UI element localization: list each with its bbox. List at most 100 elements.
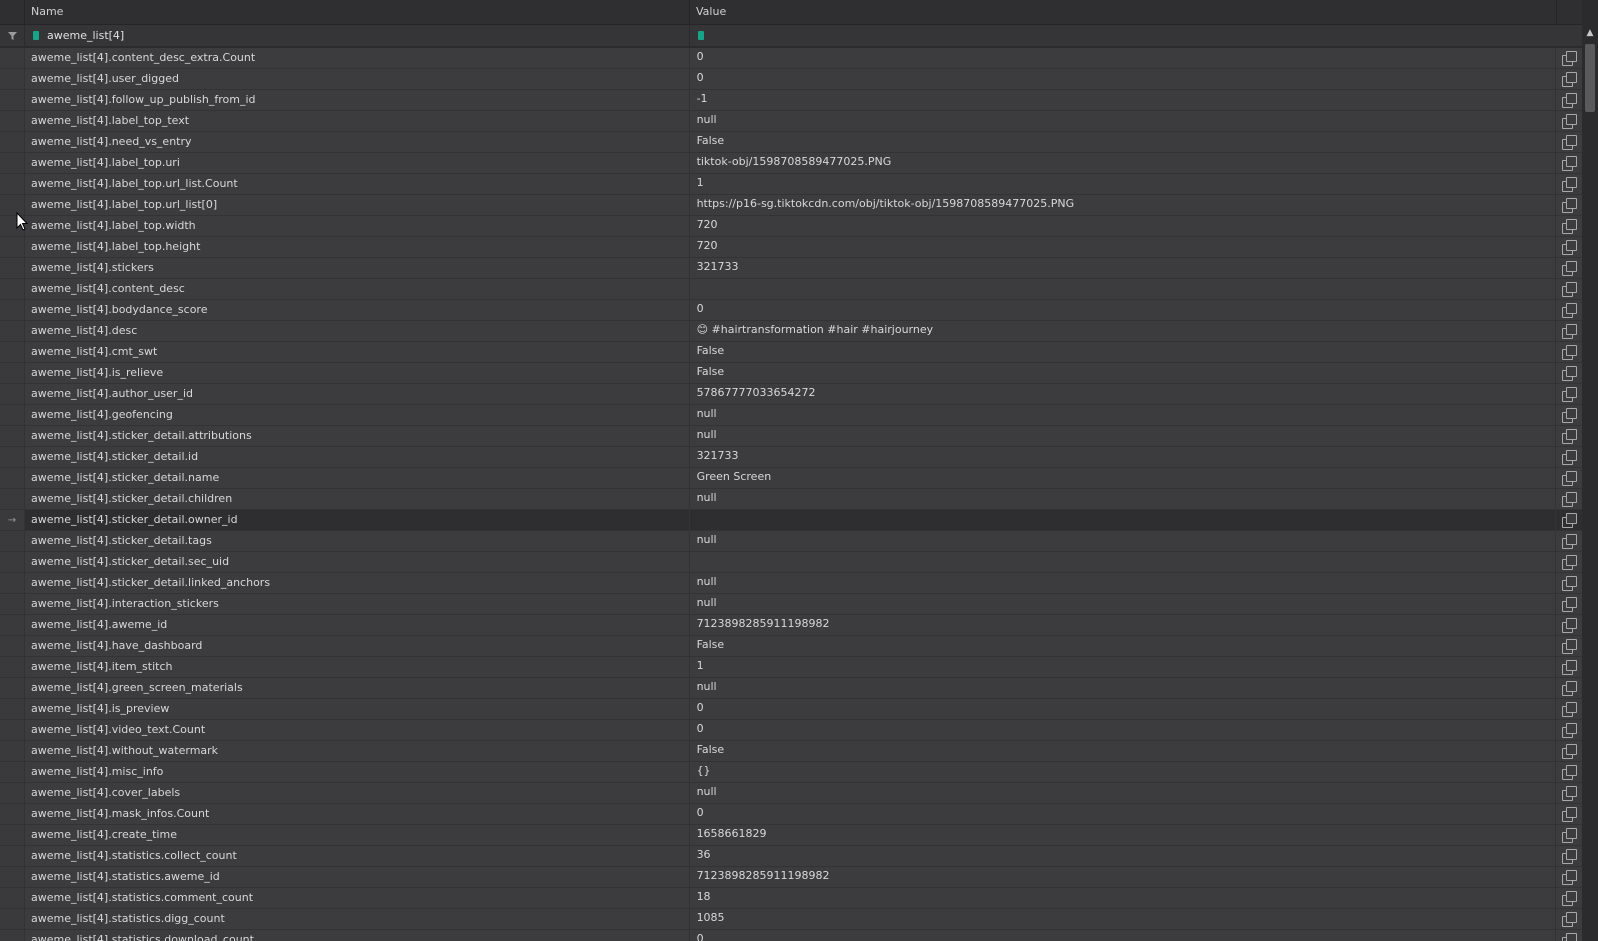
property-value[interactable]: null bbox=[688, 489, 1555, 509]
table-row[interactable]: aweme_list[4].follow_up_publish_from_id -… bbox=[0, 90, 1582, 111]
row-gutter[interactable] bbox=[0, 909, 24, 929]
table-row[interactable]: aweme_list[4].stickers 321733 bbox=[0, 258, 1582, 279]
copy-button[interactable] bbox=[1555, 300, 1582, 320]
row-gutter[interactable] bbox=[0, 552, 24, 572]
table-row[interactable]: aweme_list[4].label_top_text null bbox=[0, 111, 1582, 132]
table-row[interactable]: aweme_list[4].cmt_swt False bbox=[0, 342, 1582, 363]
copy-button[interactable] bbox=[1555, 153, 1582, 173]
table-row[interactable]: aweme_list[4].item_stitch 1 bbox=[0, 657, 1582, 678]
row-gutter[interactable] bbox=[0, 783, 24, 803]
copy-button[interactable] bbox=[1555, 909, 1582, 929]
property-value[interactable] bbox=[688, 510, 1555, 530]
copy-button[interactable] bbox=[1555, 531, 1582, 551]
property-value[interactable]: null bbox=[688, 405, 1555, 425]
property-value[interactable]: 1 bbox=[688, 657, 1555, 677]
table-row[interactable]: aweme_list[4].sticker_detail.name Green S… bbox=[0, 468, 1582, 489]
row-gutter[interactable] bbox=[0, 342, 24, 362]
copy-button[interactable] bbox=[1555, 846, 1582, 866]
row-gutter[interactable] bbox=[0, 489, 24, 509]
table-row[interactable]: aweme_list[4].statistics.collect_count 36 bbox=[0, 846, 1582, 867]
table-row[interactable]: aweme_list[4].without_watermark False bbox=[0, 741, 1582, 762]
table-row[interactable]: → aweme_list[4].sticker_detail.owner_id bbox=[0, 510, 1582, 531]
row-gutter[interactable] bbox=[0, 69, 24, 89]
scroll-thumb[interactable] bbox=[1585, 44, 1595, 112]
table-row[interactable]: aweme_list[4].interaction_stickers null bbox=[0, 594, 1582, 615]
copy-button[interactable] bbox=[1555, 447, 1582, 467]
row-gutter[interactable]: → bbox=[0, 510, 24, 530]
row-gutter[interactable] bbox=[0, 447, 24, 467]
row-gutter[interactable] bbox=[0, 48, 24, 68]
property-value[interactable]: 321733 bbox=[688, 447, 1555, 467]
property-value[interactable]: null bbox=[688, 573, 1555, 593]
property-value[interactable]: False bbox=[688, 342, 1555, 362]
property-value[interactable]: 578677770336542​72 bbox=[688, 384, 1555, 404]
property-value[interactable]: -1 bbox=[688, 90, 1555, 110]
property-value[interactable]: 720 bbox=[688, 237, 1555, 257]
copy-button[interactable] bbox=[1555, 489, 1582, 509]
row-gutter[interactable] bbox=[0, 762, 24, 782]
row-gutter[interactable] bbox=[0, 426, 24, 446]
copy-button[interactable] bbox=[1555, 804, 1582, 824]
table-row[interactable]: aweme_list[4].sticker_detail.sec_uid bbox=[0, 552, 1582, 573]
copy-button[interactable] bbox=[1555, 888, 1582, 908]
property-value[interactable]: 0 bbox=[688, 720, 1555, 740]
table-row[interactable]: aweme_list[4].statistics.comment_count 18 bbox=[0, 888, 1582, 909]
table-row[interactable]: aweme_list[4].misc_info{} bbox=[0, 762, 1582, 783]
name-filter-field[interactable]: aweme_list[4] bbox=[24, 25, 689, 46]
property-value[interactable]: 0 bbox=[688, 699, 1555, 719]
row-gutter[interactable] bbox=[0, 153, 24, 173]
property-value[interactable]: 1085 bbox=[688, 909, 1555, 929]
copy-button[interactable] bbox=[1555, 69, 1582, 89]
value-filter-field[interactable] bbox=[689, 25, 1556, 46]
table-row[interactable]: aweme_list[4].is_relieve False bbox=[0, 363, 1582, 384]
row-gutter[interactable] bbox=[0, 930, 24, 941]
property-value[interactable]: tiktok-obj/1598708589477025.PNG bbox=[688, 153, 1555, 173]
row-gutter[interactable] bbox=[0, 573, 24, 593]
value-column-header[interactable]: Value bbox=[689, 0, 1556, 24]
copy-button[interactable] bbox=[1555, 594, 1582, 614]
row-gutter[interactable] bbox=[0, 804, 24, 824]
table-row[interactable]: aweme_list[4].sticker_detail.id 321733 bbox=[0, 447, 1582, 468]
row-gutter[interactable] bbox=[0, 825, 24, 845]
table-row[interactable]: aweme_list[4].have_dashboard False bbox=[0, 636, 1582, 657]
copy-button[interactable] bbox=[1555, 342, 1582, 362]
property-value[interactable]: null bbox=[688, 678, 1555, 698]
copy-button[interactable] bbox=[1555, 615, 1582, 635]
row-gutter[interactable] bbox=[0, 384, 24, 404]
copy-button[interactable] bbox=[1555, 384, 1582, 404]
table-row[interactable]: aweme_list[4].label_top.url_list[0] https… bbox=[0, 195, 1582, 216]
property-value[interactable]: 0 bbox=[688, 69, 1555, 89]
copy-button[interactable] bbox=[1555, 678, 1582, 698]
property-value[interactable]: False bbox=[688, 636, 1555, 656]
property-value[interactable]: null bbox=[688, 531, 1555, 551]
copy-button[interactable] bbox=[1555, 321, 1582, 341]
copy-button[interactable] bbox=[1555, 636, 1582, 656]
row-gutter[interactable] bbox=[0, 111, 24, 131]
table-row[interactable]: aweme_list[4].label_top.url_list.Count 1 bbox=[0, 174, 1582, 195]
table-row[interactable]: aweme_list[4].need_vs_entry False bbox=[0, 132, 1582, 153]
row-gutter[interactable] bbox=[0, 258, 24, 278]
row-gutter[interactable] bbox=[0, 237, 24, 257]
table-row[interactable]: aweme_list[4].sticker_detail.linked_anch… bbox=[0, 573, 1582, 594]
property-value[interactable]: https://p16-sg.tiktokcdn.com/obj/tiktok-… bbox=[688, 195, 1555, 215]
row-gutter[interactable] bbox=[0, 531, 24, 551]
row-gutter[interactable] bbox=[0, 846, 24, 866]
row-gutter[interactable] bbox=[0, 888, 24, 908]
copy-button[interactable] bbox=[1555, 237, 1582, 257]
table-row[interactable]: aweme_list[4].video_text.Count 0 bbox=[0, 720, 1582, 741]
property-value[interactable]: 0 bbox=[688, 930, 1555, 941]
property-value[interactable]: 720 bbox=[688, 216, 1555, 236]
property-value[interactable]: 321733 bbox=[688, 258, 1555, 278]
copy-button[interactable] bbox=[1555, 552, 1582, 572]
row-gutter[interactable] bbox=[0, 678, 24, 698]
property-value[interactable]: False bbox=[688, 741, 1555, 761]
copy-button[interactable] bbox=[1555, 426, 1582, 446]
table-row[interactable]: aweme_list[4].aweme_id 712389828591119898… bbox=[0, 615, 1582, 636]
name-column-header[interactable]: Name bbox=[24, 0, 689, 24]
property-value[interactable]: Green Screen bbox=[688, 468, 1555, 488]
row-gutter[interactable] bbox=[0, 636, 24, 656]
table-row[interactable]: aweme_list[4].label_top.uri tiktok-obj/15… bbox=[0, 153, 1582, 174]
table-row[interactable]: aweme_list[4].label_top.height 720 bbox=[0, 237, 1582, 258]
copy-button[interactable] bbox=[1555, 132, 1582, 152]
copy-button[interactable] bbox=[1555, 867, 1582, 887]
